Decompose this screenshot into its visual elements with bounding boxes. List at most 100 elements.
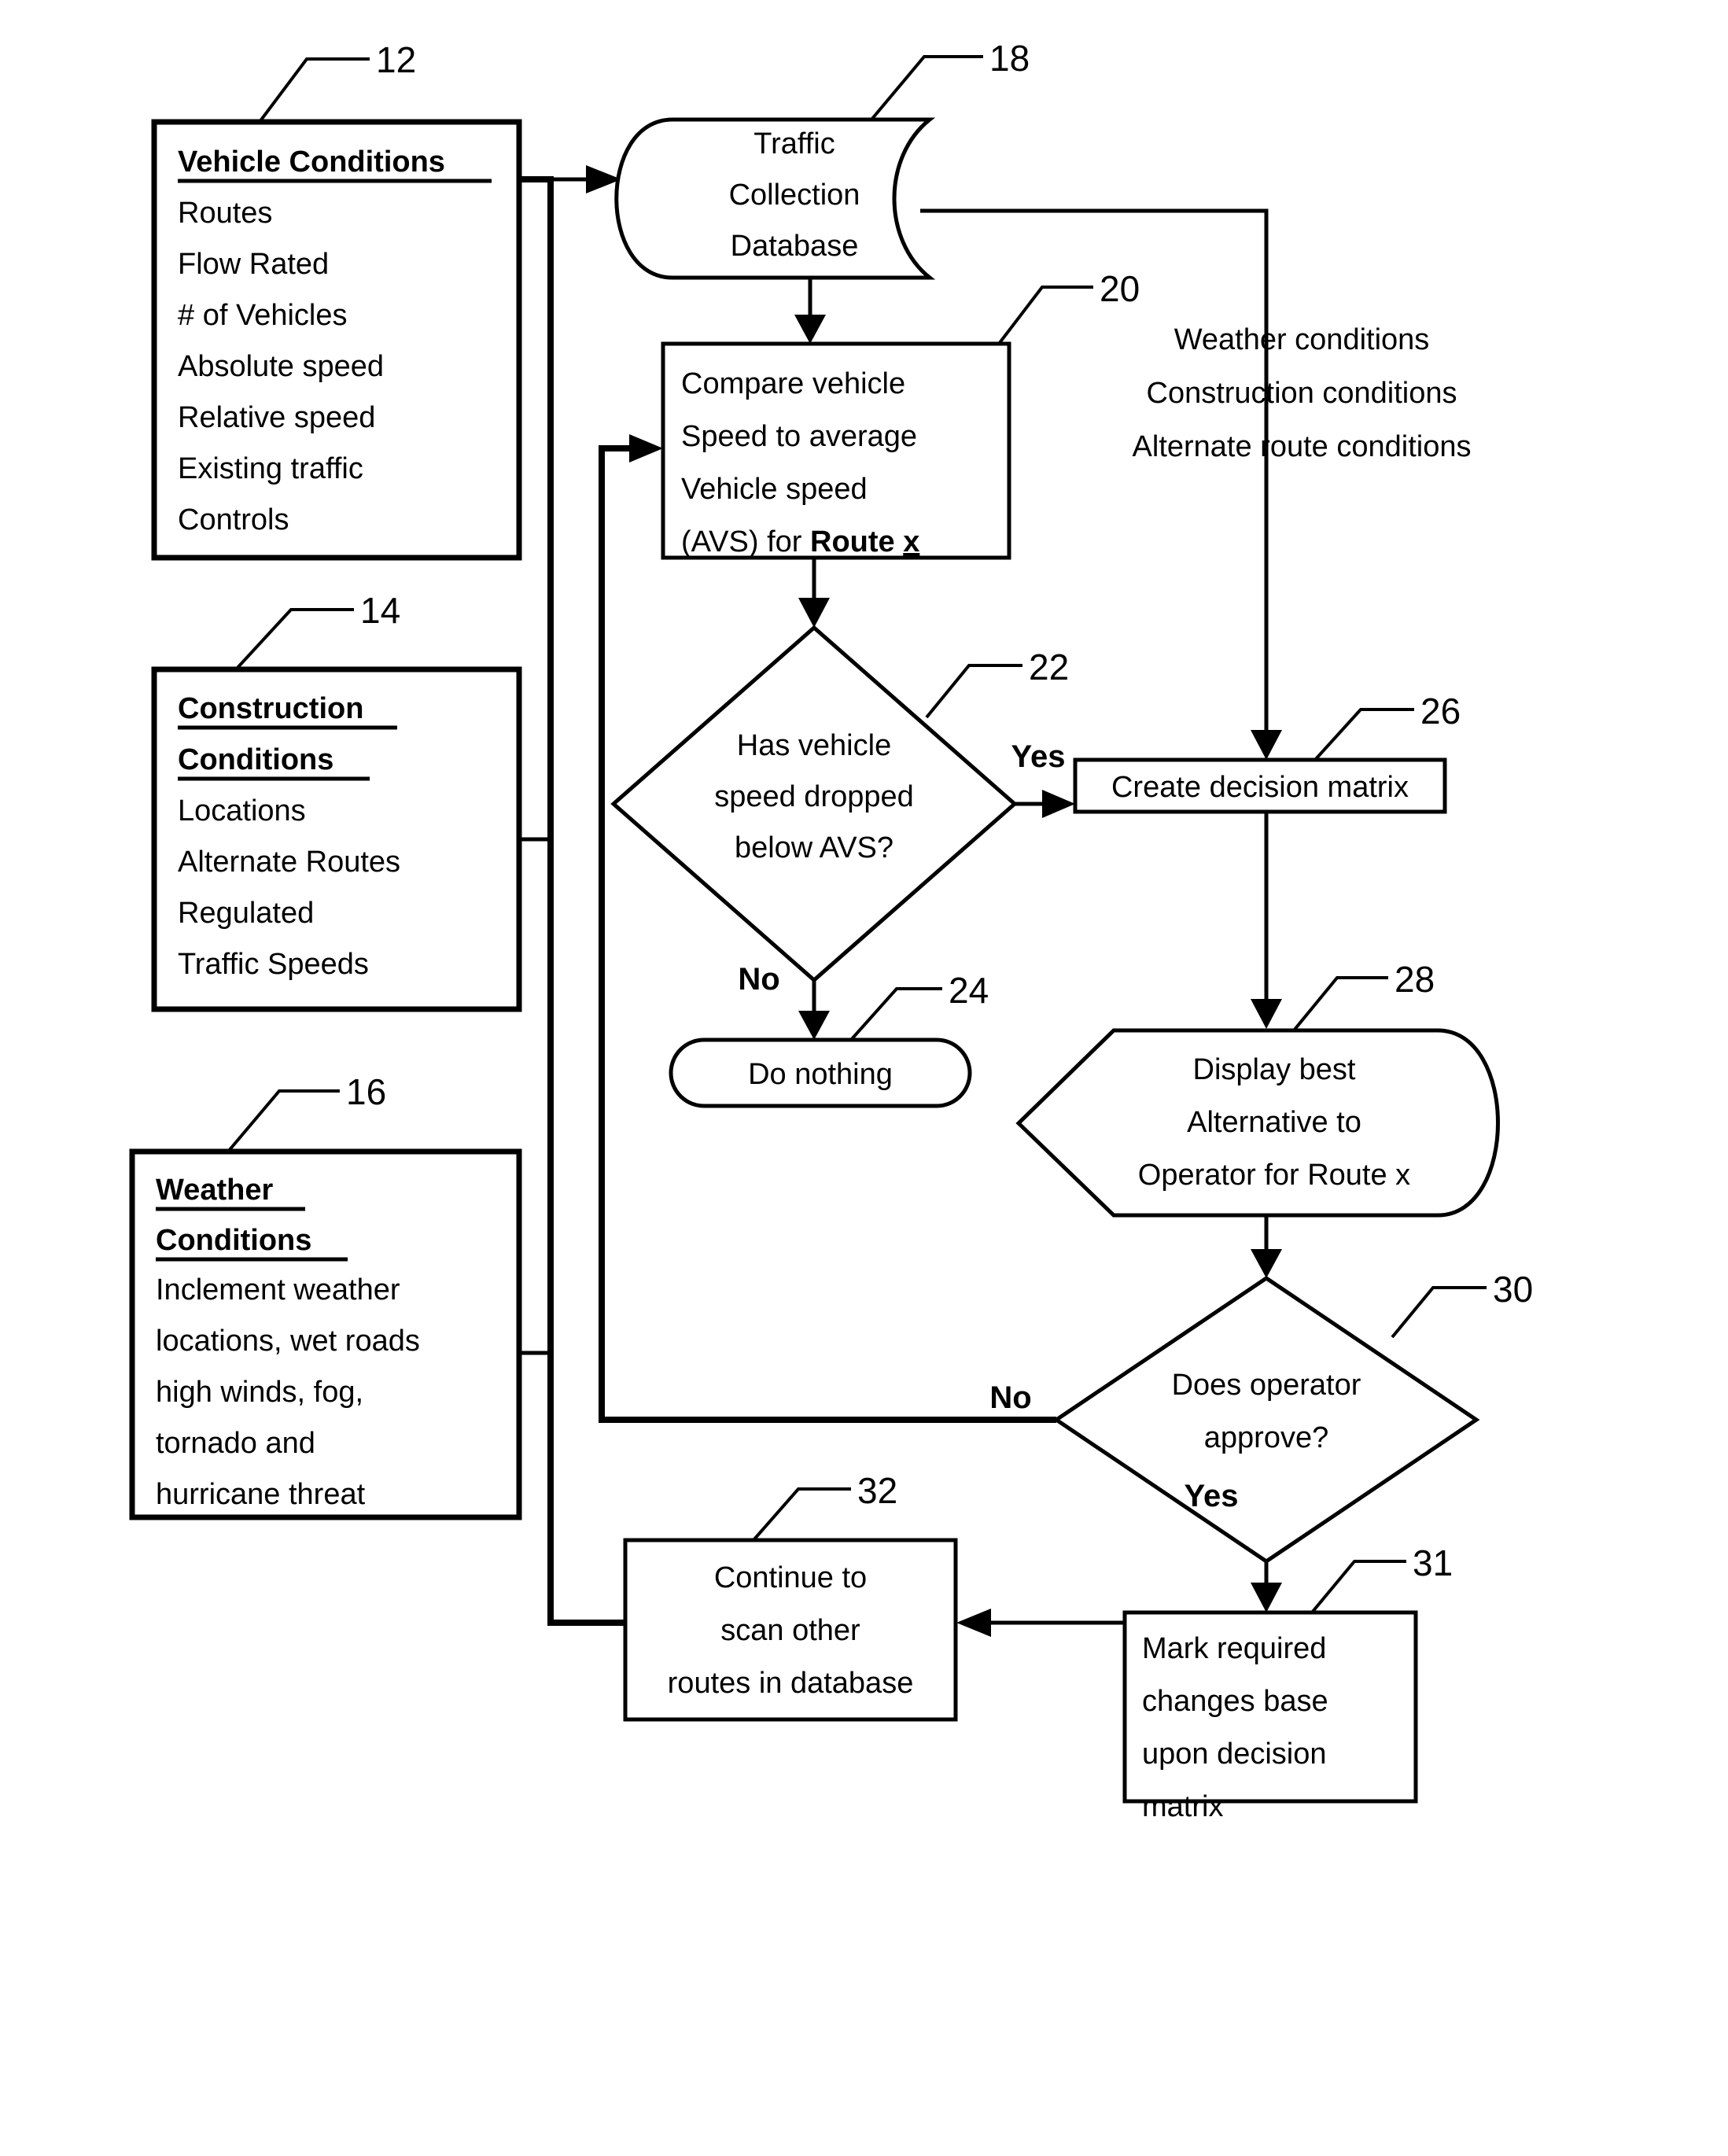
mark-changes-line-1: changes base [1142,1685,1328,1718]
display-best-alternative-node: 28 Display best Alternative to Operator … [1015,959,1500,1218]
mark-changes-line-3: matrix [1142,1790,1223,1823]
weather-title-line1: Weather [156,1174,273,1207]
continue-scan-line-0: Continue to [714,1561,867,1594]
input-bus-connectors [519,165,625,1626]
construction-item-3: Traffic Speeds [178,948,369,981]
continue-scan-line-1: scan other [720,1614,860,1647]
ref-number-26: 26 [1420,691,1461,732]
compare-line-1: Speed to average [681,420,917,453]
decision-operator-approve-node: 30 Does operator approve? [1052,1269,1533,1564]
vehicle-item-5: Existing traffic [178,452,363,485]
arrowhead-yes-to-mark [1251,1583,1282,1612]
traffic-collection-database-node: 18 Traffic Collection Database [614,38,1030,280]
connector-decision22-yes: Yes [1011,739,1075,818]
weather-conditions-node: 16 Weather Conditions Inclement weather … [129,1071,522,1520]
conditions-feed-annotation: Weather conditions Construction conditio… [1133,323,1472,463]
arrowhead-db-to-compare [794,315,826,344]
arrowhead-display-to-decision [1251,1249,1282,1278]
leader-line-18 [870,55,983,121]
arrowhead-feedback-to-compare [629,434,663,463]
continue-scan-line-2: routes in database [668,1667,914,1700]
do-nothing-node: 24 Do nothing [669,970,989,1108]
weather-item-3: tornado and [156,1427,315,1460]
construction-title-line2: Conditions [178,743,333,776]
ref-number-20: 20 [1100,268,1140,309]
connector-display-to-decision30 [1251,1215,1282,1278]
compare-line-3: (AVS) for Route x [681,525,919,558]
compare-vehicle-speed-node: 20 Compare vehicle Speed to average Vehi… [661,268,1140,560]
continue-scan-node: 32 Continue to scan other routes in data… [623,1470,958,1722]
leader-line-30 [1391,1286,1487,1339]
connector-matrix-to-display [1251,812,1282,1029]
do-nothing-label: Do nothing [748,1058,893,1091]
vehicle-item-3: Absolute speed [178,350,384,383]
decision22-yes-label: Yes [1011,739,1066,774]
vehicle-conditions-box [151,119,522,561]
vehicle-item-4: Relative speed [178,401,375,434]
weather-title-line2: Conditions [156,1224,311,1257]
conditions-feed-line-1: Construction conditions [1147,377,1457,410]
mark-changes-line-0: Mark required [1142,1632,1326,1665]
decision-approve-diamond [1052,1275,1480,1564]
leader-line-31 [1310,1560,1406,1614]
arrowhead-yes-to-matrix [1042,790,1075,818]
database-line-2: Database [731,230,859,263]
compare-line-0: Compare vehicle [681,367,905,400]
vehicle-item-6: Controls [178,503,289,536]
leader-line-22 [925,664,1022,719]
mark-required-changes-node: 31 Mark required changes base upon decis… [1122,1542,1453,1823]
display-best-line-2: Operator for Route x [1138,1159,1410,1192]
connector-input-bus [519,176,625,1626]
construction-item-2: Regulated [178,897,314,930]
conditions-feed-line-0: Weather conditions [1174,323,1430,356]
leader-line-14 [234,608,354,671]
compare-line3-route-var: x [903,525,919,558]
display-best-line-0: Display best [1193,1053,1356,1086]
leader-line-12 [258,57,370,123]
vehicle-conditions-title: Vehicle Conditions [178,146,445,179]
create-matrix-label: Create decision matrix [1111,771,1409,804]
connector-mark-to-continue [956,1609,1125,1637]
database-line-1: Collection [729,179,860,212]
flowchart-svg: 12 Vehicle Conditions Routes Flow Rated … [129,38,1533,1823]
arrowhead-matrix-to-display [1251,999,1282,1029]
vehicle-conditions-node: 12 Vehicle Conditions Routes Flow Rated … [151,39,522,561]
vehicle-item-1: Flow Rated [178,248,329,281]
construction-item-1: Alternate Routes [178,846,400,879]
ref-number-28: 28 [1395,959,1435,1000]
leader-line-28 [1292,976,1388,1032]
weather-item-1: locations, wet roads [156,1325,420,1358]
compare-line-2: Vehicle speed [681,473,868,506]
weather-item-4: hurricane threat [156,1478,366,1511]
decision30-no-label: No [989,1380,1031,1415]
decision22-line-0: Has vehicle [737,729,891,762]
leader-line-24 [849,987,942,1041]
decision22-line-2: below AVS? [735,831,893,864]
decision30-yes-label: Yes [1185,1479,1239,1513]
connector-compare-to-decision22 [798,558,830,628]
ref-number-14: 14 [360,590,400,631]
weather-item-0: Inclement weather [156,1273,400,1306]
arrowhead-no-to-donothing [798,1011,830,1040]
decision30-line-1: approve? [1204,1421,1328,1454]
database-line-0: Traffic [753,127,835,160]
decision22-line-1: speed dropped [714,780,914,813]
construction-conditions-node: 14 Construction Conditions Locations Alt… [151,590,522,1012]
arrowhead-db-to-matrix [1251,730,1282,760]
vehicle-item-0: Routes [178,197,272,230]
ref-number-18: 18 [989,38,1030,79]
ref-number-30: 30 [1493,1269,1533,1310]
decision-speed-dropped-node: 22 Has vehicle speed dropped below AVS? [610,625,1069,983]
mark-changes-line-2: upon decision [1142,1738,1327,1771]
ref-number-16: 16 [346,1071,386,1112]
conditions-feed-line-2: Alternate route conditions [1133,430,1472,463]
figure-canvas: 12 Vehicle Conditions Routes Flow Rated … [0,0,1728,2156]
leader-line-16 [227,1089,340,1153]
arrowhead-mark-to-continue [956,1609,991,1637]
ref-number-12: 12 [376,39,416,80]
ref-number-24: 24 [949,970,989,1011]
vehicle-item-2: # of Vehicles [178,299,347,332]
display-best-line-1: Alternative to [1187,1106,1361,1139]
ref-number-31: 31 [1413,1542,1453,1583]
leader-line-32 [752,1487,851,1542]
